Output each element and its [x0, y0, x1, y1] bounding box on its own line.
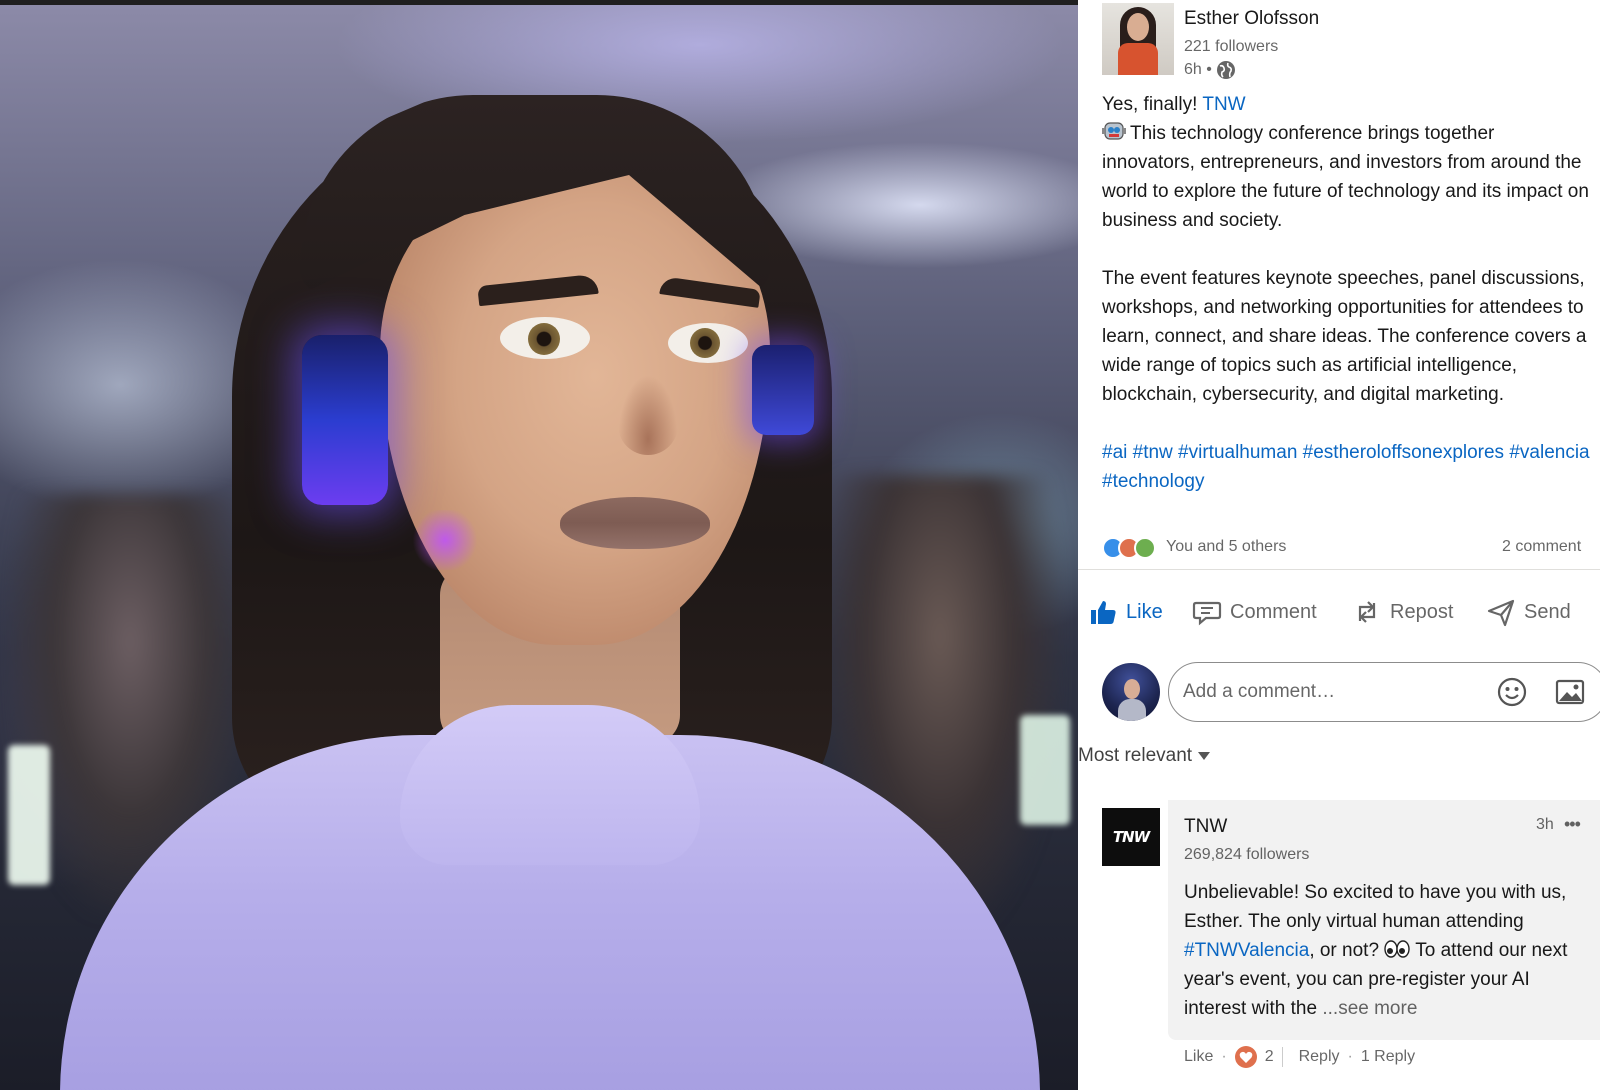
repost-label: Repost — [1390, 600, 1454, 623]
right-eye — [668, 323, 748, 363]
glowing-ear-device-right — [752, 345, 814, 435]
repost-icon — [1358, 601, 1376, 623]
eyes-emoji-icon — [1384, 940, 1411, 958]
comment-actions: Like · 2 Reply · 1 Reply — [1184, 1046, 1415, 1068]
post-meta: 6h • — [1184, 60, 1236, 80]
comment-time: 3h — [1536, 816, 1554, 833]
post-paragraph-2: The event features keynote speeches, pan… — [1102, 268, 1587, 405]
comments-count[interactable]: 2 comment — [1502, 538, 1581, 556]
celebrate-reaction-icon — [1134, 537, 1156, 559]
comment-reply-button[interactable]: Reply — [1299, 1048, 1340, 1066]
cheek-glow — [410, 510, 480, 570]
sweater-collar — [400, 705, 700, 865]
comment-reaction-count[interactable]: 2 — [1265, 1048, 1274, 1066]
caret-down-icon — [1198, 752, 1211, 760]
avatar-top — [1118, 43, 1158, 75]
commenter-logo[interactable]: TNW — [1102, 808, 1160, 866]
comment-icon — [1192, 601, 1222, 626]
author-followers: 221 followers — [1184, 38, 1279, 55]
emoji-icon[interactable] — [1496, 676, 1528, 708]
love-reaction-icon[interactable] — [1234, 1046, 1257, 1068]
post-hashtags[interactable]: #ai #tnw #virtualhuman #estheroloffsonex… — [1102, 438, 1592, 496]
lips — [560, 497, 710, 549]
send-button[interactable]: Send — [1486, 588, 1571, 636]
portrait-figure — [0, 5, 1078, 1090]
comment-text-part: , or not? — [1309, 940, 1385, 961]
send-label: Send — [1524, 600, 1571, 623]
reactions-count[interactable]: You and 5 others — [1166, 538, 1286, 556]
vertical-divider — [1281, 1047, 1283, 1067]
post-time: 6h • — [1184, 61, 1212, 78]
like-button[interactable]: Like — [1088, 588, 1163, 636]
thumbs-up-icon — [1091, 601, 1116, 624]
robot-emoji-icon — [1102, 122, 1126, 140]
comment-text: Unbelievable! So excited to have you wit… — [1184, 878, 1574, 1023]
comment-replies-count[interactable]: 1 Reply — [1361, 1048, 1415, 1066]
nose — [618, 375, 678, 455]
commenter-name[interactable]: TNW — [1184, 816, 1227, 838]
mention-tnw[interactable]: TNW — [1202, 94, 1245, 115]
current-user-avatar[interactable] — [1102, 663, 1160, 721]
post-intro: Yes, finally! — [1102, 94, 1203, 115]
comment-more-options-icon[interactable]: ••• — [1564, 814, 1581, 835]
comment-bubble: TNW 269,824 followers 3h ••• Unbelievabl… — [1168, 800, 1600, 1040]
comment-label: Comment — [1230, 600, 1317, 623]
comment-button[interactable]: Comment — [1192, 588, 1317, 636]
sort-label: Most relevant — [1078, 745, 1193, 766]
post-intro-line: Yes, finally! TNW — [1102, 90, 1592, 119]
author-avatar[interactable] — [1102, 3, 1174, 75]
glowing-ear-device-left — [302, 335, 388, 505]
commenter-followers: 269,824 followers — [1184, 846, 1310, 863]
post-actions: Like Comment Repost Send — [1086, 588, 1600, 636]
repost-button[interactable]: Repost — [1352, 588, 1453, 636]
left-eye — [500, 317, 590, 359]
divider — [1078, 569, 1600, 570]
comment-hashtag[interactable]: #TNWValencia — [1184, 940, 1309, 961]
reaction-icons[interactable] — [1102, 537, 1162, 559]
post-paragraph-1: This technology conference brings togeth… — [1102, 119, 1592, 235]
comment-composer — [1102, 662, 1600, 722]
separator-dot: · — [1347, 1048, 1353, 1065]
separator-dot: · — [1221, 1048, 1227, 1065]
sort-dropdown[interactable]: Most relevant — [1078, 745, 1211, 767]
comment-input[interactable] — [1168, 662, 1600, 722]
post-text: Yes, finally! TNW This technology confer… — [1102, 90, 1592, 496]
post-image[interactable] — [0, 0, 1078, 1090]
send-icon — [1487, 599, 1515, 627]
see-more-link[interactable]: ...see more — [1317, 998, 1418, 1019]
avatar-body — [1118, 699, 1146, 721]
avatar-face — [1124, 679, 1140, 699]
comment-text-part: Unbelievable! So excited to have you wit… — [1184, 882, 1567, 932]
author-name[interactable]: Esther Olofsson — [1184, 8, 1319, 30]
avatar-face — [1127, 13, 1149, 41]
post-author: Esther Olofsson 221 followers 6h • — [1102, 3, 1582, 79]
globe-icon — [1216, 61, 1235, 79]
post-paragraph-1-text: This technology conference brings togeth… — [1102, 123, 1589, 231]
social-counts: You and 5 others 2 comment — [1102, 535, 1600, 559]
comment-like-button[interactable]: Like — [1184, 1048, 1213, 1066]
image-icon[interactable] — [1554, 676, 1586, 708]
post-panel: Esther Olofsson 221 followers 6h • Yes, … — [1078, 0, 1600, 1090]
like-label: Like — [1126, 600, 1163, 623]
